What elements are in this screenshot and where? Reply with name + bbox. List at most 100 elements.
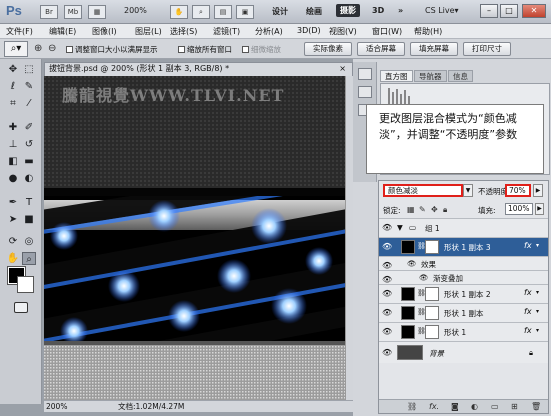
layer-row[interactable]: 👁︎ ⛓︎ 形状 1 副本 2 fx ▾ [379, 284, 548, 303]
fill-input[interactable]: 100% [505, 203, 533, 215]
menu-3d[interactable]: 3D(D) [297, 26, 321, 35]
layer-row[interactable]: 👁︎ ⛓︎ 形状 1 副本 fx ▾ [379, 303, 548, 322]
scrubby-zoom-checkbox[interactable]: 细微缩放 [242, 44, 281, 55]
tab-info[interactable]: 信息 [448, 70, 473, 82]
lock-position-icon[interactable]: ✥ [431, 205, 438, 214]
menu-layer[interactable]: 图层(L) [135, 26, 162, 37]
cs-live-button[interactable]: CS Live▾ [425, 6, 459, 15]
tab-histogram[interactable]: 直方图 [380, 70, 413, 82]
menu-help[interactable]: 帮助(H) [414, 26, 442, 37]
menu-file[interactable]: 文件(F) [6, 26, 33, 37]
zoom-tool-preset-icon[interactable]: ⌕▾ [4, 41, 28, 57]
healing-brush-tool-icon[interactable]: ✚ [6, 121, 20, 134]
zoom-all-windows-checkbox[interactable]: 缩放所有窗口 [178, 44, 232, 55]
fx-icon[interactable]: fx [524, 307, 532, 316]
menu-image[interactable]: 图像(I) [92, 26, 117, 37]
3d-orbit-tool-icon[interactable]: ◎ [22, 235, 36, 248]
resize-windows-checkbox[interactable]: 调整窗口大小以满屏显示 [66, 44, 158, 55]
eye-icon[interactable]: 👁︎ [382, 348, 392, 358]
menu-window[interactable]: 窗口(W) [372, 26, 402, 37]
document-tab[interactable]: 拔钮背景.psd @ 200% (形状 1 副本 3, RGB/8) * × [44, 62, 353, 76]
workspace-3d[interactable]: 3D [372, 6, 384, 15]
expand-effects-icon[interactable]: ▾ [536, 308, 539, 315]
history-brush-tool-icon[interactable]: ↺ [22, 138, 36, 151]
fill-screen-button[interactable]: 填充屏幕 [410, 42, 458, 56]
fx-icon[interactable]: fx [524, 288, 532, 297]
blend-mode-select[interactable]: 颜色减淡 [383, 184, 463, 197]
fill-slider-arrow-icon[interactable]: ▶ [535, 203, 544, 215]
layer-row[interactable]: 👁︎ 背景 🔒︎ [379, 341, 548, 363]
expand-effects-icon[interactable]: ▾ [536, 327, 539, 334]
effect-item-row[interactable]: 👁︎ 👁︎ 渐变叠加 [379, 270, 548, 284]
menu-filter[interactable]: 滤镜(T) [213, 26, 240, 37]
vertical-scrollbar[interactable] [345, 76, 353, 400]
effects-eye-icon[interactable]: 👁︎ [407, 259, 417, 268]
bridge-button[interactable]: Br [40, 5, 58, 19]
quick-mask-icon[interactable] [14, 302, 28, 313]
lock-transparency-icon[interactable]: ▦ [407, 205, 415, 214]
dodge-tool-icon[interactable]: ◐ [22, 172, 36, 185]
arrange-icon[interactable]: ▤ [214, 5, 232, 19]
actual-pixels-button[interactable]: 实际像素 [304, 42, 352, 56]
screen-mode-icon[interactable]: ▣ [236, 5, 254, 19]
eye-icon[interactable]: 👁︎ [382, 327, 392, 337]
workspace-photography[interactable]: 摄影 [336, 4, 360, 17]
expand-effects-icon[interactable]: ▾ [536, 289, 539, 296]
menu-view[interactable]: 视图(V) [329, 26, 357, 37]
fx-icon[interactable]: fx [524, 241, 532, 250]
brush-tool-icon[interactable]: ✐ [22, 121, 36, 134]
tab-navigator[interactable]: 导航器 [414, 70, 447, 82]
background-color-swatch[interactable] [17, 276, 34, 293]
eye-icon[interactable]: 👁︎ [382, 289, 392, 299]
quick-select-tool-icon[interactable]: ✎ [22, 80, 36, 93]
lock-all-icon[interactable]: 🔒︎ [443, 205, 447, 215]
print-size-button[interactable]: 打印尺寸 [463, 42, 511, 56]
effects-row[interactable]: 👁︎ 👁︎ 效果 [379, 256, 548, 270]
zoom-icon[interactable]: ⌕ [192, 5, 210, 19]
lasso-tool-icon[interactable]: ℓ [6, 80, 20, 93]
add-style-icon[interactable]: fx. [429, 402, 439, 411]
close-document-icon[interactable]: × [339, 63, 346, 75]
close-icon[interactable]: ✕ [522, 4, 546, 18]
zoom-out-icon[interactable]: ⊖ [48, 43, 56, 55]
fx-icon[interactable]: fx [524, 326, 532, 335]
document-canvas[interactable]: 騰龍視覺WWW.TLVI.NET [44, 76, 345, 400]
maximize-icon[interactable]: □ [500, 4, 518, 18]
link-layers-icon[interactable]: ⛓︎ [407, 402, 417, 411]
move-tool-icon[interactable]: ✥ [6, 63, 20, 76]
hand-tool-icon[interactable]: ✋ [6, 252, 20, 265]
eyedropper-tool-icon[interactable]: ⁄ [22, 97, 36, 110]
layer-row[interactable]: 👁︎ ⛓︎ 形状 1 副本 3 fx ▾ [379, 237, 548, 256]
eye-icon[interactable]: 👁︎ [382, 242, 392, 252]
minimize-icon[interactable]: – [480, 4, 498, 18]
zoom-tool-icon[interactable]: ⌕ [22, 252, 36, 265]
type-tool-icon[interactable]: T [22, 196, 36, 209]
clone-stamp-tool-icon[interactable]: ⊥ [6, 138, 20, 151]
lock-pixels-icon[interactable]: ✎ [419, 205, 426, 214]
opacity-input[interactable]: 70% [505, 184, 531, 197]
status-zoom[interactable]: 200% [46, 401, 67, 412]
gradient-tool-icon[interactable]: ▬ [22, 155, 36, 168]
new-group-icon[interactable]: ▭ [491, 402, 499, 411]
eye-icon[interactable]: 👁︎ [382, 308, 392, 318]
layer-row[interactable]: 👁︎ ▼ ▭ 组 1 [379, 218, 548, 237]
workspace-more[interactable]: » [398, 6, 403, 15]
grid-icon[interactable]: ▦ [88, 5, 106, 19]
menu-select[interactable]: 选择(S) [170, 26, 197, 37]
minibridge-button[interactable]: Mb [64, 5, 82, 19]
layer-row[interactable]: 👁︎ ⛓︎ 形状 1 fx ▾ [379, 322, 548, 341]
menu-edit[interactable]: 编辑(E) [49, 26, 76, 37]
blur-tool-icon[interactable]: ● [6, 172, 20, 185]
opacity-slider-arrow-icon[interactable]: ▶ [533, 184, 543, 197]
pen-tool-icon[interactable]: ✒ [6, 196, 20, 209]
zoom-in-icon[interactable]: ⊕ [34, 43, 42, 55]
hand-icon[interactable]: ✋ [170, 5, 188, 19]
chevron-down-icon[interactable]: ▼ [463, 184, 473, 197]
shape-tool-icon[interactable]: ■ [22, 213, 36, 226]
eraser-tool-icon[interactable]: ◧ [6, 155, 20, 168]
trash-icon[interactable]: 🗑︎ [531, 402, 541, 411]
expand-effects-icon[interactable]: ▾ [536, 242, 539, 249]
path-select-tool-icon[interactable]: ➤ [6, 213, 20, 226]
zoom-level-dropdown[interactable]: 200% [124, 6, 147, 15]
add-mask-icon[interactable]: ◙ [451, 402, 459, 411]
